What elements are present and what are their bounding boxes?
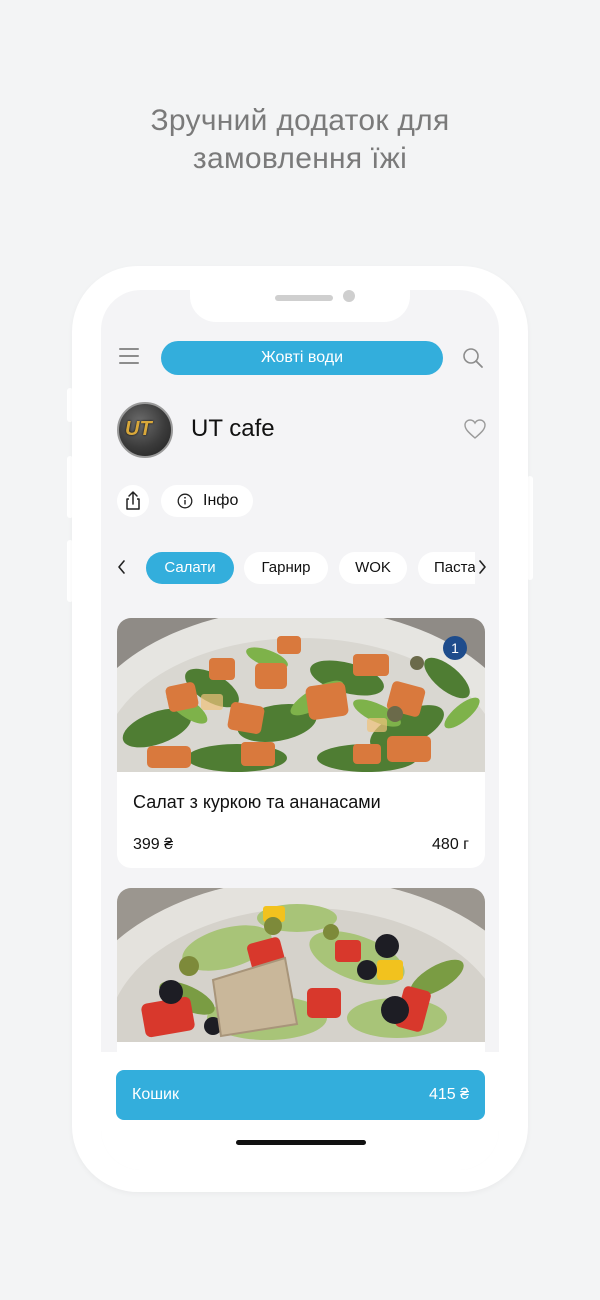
dish-photo-greek-salad bbox=[117, 888, 485, 1042]
cart-total: 415 ₴ bbox=[428, 1086, 469, 1103]
category-tab-pasta[interactable]: Паста bbox=[418, 552, 475, 584]
salad-illustration bbox=[117, 888, 485, 1042]
dish-weight: 480 г bbox=[432, 836, 469, 853]
category-tab-salads[interactable]: Салати bbox=[146, 552, 234, 584]
cart-quantity-badge: 1 bbox=[443, 636, 467, 660]
phone-screen: Жовті води UT UT cafe Інфо Салати Гарнир… bbox=[101, 290, 499, 1170]
chevron-right-icon[interactable] bbox=[475, 558, 489, 576]
headline-line-1: Зручний додаток для bbox=[150, 104, 450, 137]
dish-price: 399 ₴ bbox=[133, 836, 174, 853]
dish-photo-chicken-pineapple-salad: 1 bbox=[117, 618, 485, 772]
category-tab-wok[interactable]: WOK bbox=[339, 552, 407, 584]
home-indicator[interactable] bbox=[236, 1140, 366, 1145]
phone-frame: Жовті води UT UT cafe Інфо Салати Гарнир… bbox=[72, 266, 528, 1192]
dish-title: Салат з куркою та ананасами bbox=[133, 792, 381, 812]
cart-button[interactable]: Кошик 415 ₴ bbox=[116, 1070, 485, 1120]
salad-illustration bbox=[117, 618, 485, 772]
category-tab-garnish[interactable]: Гарнир bbox=[244, 552, 328, 584]
dish-card[interactable]: 1 Салат з куркою та ананасами 399 ₴ 480 … bbox=[117, 618, 485, 868]
promo-headline: Зручний додаток для замовлення їжі bbox=[0, 102, 600, 178]
headline-line-2: замовлення їжі bbox=[192, 142, 408, 175]
cart-label: Кошик bbox=[132, 1086, 179, 1103]
